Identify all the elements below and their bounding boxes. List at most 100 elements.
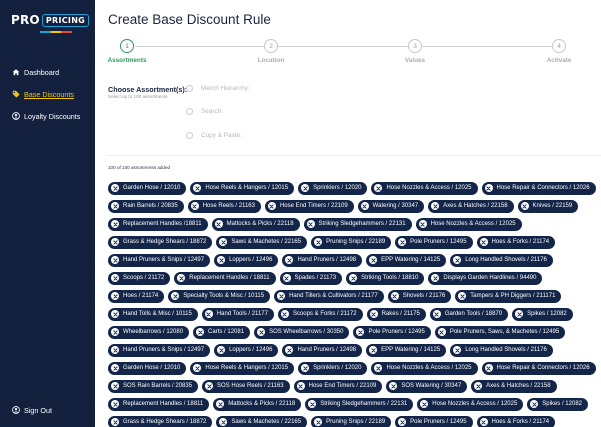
close-icon[interactable] bbox=[458, 292, 467, 300]
assortment-chip[interactable]: Axes & Hatches / 22158 bbox=[471, 379, 557, 393]
assortment-chip[interactable]: EPP Watering / 14125 bbox=[366, 343, 447, 357]
close-icon[interactable] bbox=[217, 256, 226, 264]
close-icon[interactable] bbox=[308, 400, 317, 408]
assortment-chip[interactable]: Hoes / 21174 bbox=[108, 289, 165, 303]
assortment-chip[interactable]: Loppers / 12496 bbox=[214, 253, 279, 267]
close-icon[interactable] bbox=[301, 364, 310, 372]
close-icon[interactable] bbox=[111, 274, 119, 282]
assortment-chip[interactable]: Hose Reels & Hangers / 12015 bbox=[190, 361, 295, 375]
close-icon[interactable] bbox=[374, 184, 383, 192]
assortment-chip[interactable]: SOS Watering / 30347 bbox=[386, 379, 468, 393]
close-icon[interactable] bbox=[111, 364, 119, 372]
close-icon[interactable] bbox=[374, 364, 383, 372]
assortment-chip[interactable]: Pole Pruners / 12495 bbox=[353, 325, 431, 339]
option-merch-hierarchy[interactable]: Merch Hierarchy: bbox=[186, 85, 250, 92]
assortment-chip[interactable]: Mattocks & Picks / 22118 bbox=[211, 217, 300, 231]
assortment-chip[interactable]: Striking Tools / 18810 bbox=[346, 271, 425, 285]
radio-button[interactable] bbox=[186, 85, 193, 92]
close-icon[interactable] bbox=[111, 310, 119, 318]
assortment-chip[interactable]: Specialty Tools & Misc / 10115 bbox=[168, 289, 271, 303]
assortment-chip[interactable]: Hose Repair & Connectors / 12026 bbox=[481, 361, 596, 375]
assortment-chip[interactable]: Hand Tools / 21177 bbox=[201, 307, 274, 321]
option-search[interactable]: Search: bbox=[186, 108, 223, 115]
close-icon[interactable] bbox=[111, 184, 119, 192]
close-icon[interactable] bbox=[193, 184, 202, 192]
assortment-chip[interactable]: Pole Pruners / 12495 bbox=[395, 415, 473, 427]
step-activate[interactable]: 4 Activate bbox=[524, 38, 594, 64]
assortment-chip[interactable]: Hoes & Forks / 21174 bbox=[476, 235, 556, 249]
close-icon[interactable] bbox=[306, 220, 315, 228]
close-icon[interactable] bbox=[217, 346, 226, 354]
close-icon[interactable] bbox=[369, 346, 378, 354]
assortment-chip[interactable]: Spades / 21173 bbox=[279, 271, 343, 285]
assortment-chip[interactable]: Striking Sledgehammers / 22131 bbox=[305, 397, 414, 411]
close-icon[interactable] bbox=[453, 346, 462, 354]
assortment-chip[interactable]: Watering / 30347 bbox=[357, 199, 425, 213]
step-location[interactable]: 2 Location bbox=[236, 38, 306, 64]
assortment-chip[interactable]: Sprinklers / 12020 bbox=[298, 181, 368, 195]
assortment-chip[interactable]: Hose End Timers / 22109 bbox=[264, 199, 354, 213]
sidebar-item-base-discounts[interactable]: Base Discounts bbox=[11, 83, 95, 105]
assortment-chip[interactable]: Rakes / 21175 bbox=[366, 307, 426, 321]
close-icon[interactable] bbox=[111, 328, 119, 336]
assortment-chip[interactable]: Hand Pruners / 12498 bbox=[282, 343, 363, 357]
close-icon[interactable] bbox=[390, 292, 399, 300]
assortment-chip[interactable]: Grass & Hedge Shears / 18872 bbox=[108, 415, 213, 427]
step-assortments[interactable]: 1 Assortments bbox=[92, 38, 162, 64]
assortment-chip[interactable]: Shovels / 21176 bbox=[387, 289, 452, 303]
sidebar-item-loyalty-discounts[interactable]: Loyalty Discounts bbox=[11, 105, 95, 127]
assortment-chip[interactable]: Garden Hose / 12010 bbox=[108, 361, 187, 375]
close-icon[interactable] bbox=[398, 418, 407, 426]
close-icon[interactable] bbox=[111, 202, 119, 210]
close-icon[interactable] bbox=[277, 292, 286, 300]
close-icon[interactable] bbox=[216, 400, 225, 408]
assortment-chip[interactable]: Hand Pruners & Snips / 12497 bbox=[108, 343, 211, 357]
sidebar-item-dashboard[interactable]: Dashboard bbox=[11, 61, 95, 83]
close-icon[interactable] bbox=[398, 238, 407, 246]
assortment-chip[interactable]: Hand Pruners / 12498 bbox=[282, 253, 363, 267]
assortment-chip[interactable]: Saws & Machetes / 22165 bbox=[216, 415, 308, 427]
close-icon[interactable] bbox=[301, 184, 310, 192]
close-icon[interactable] bbox=[111, 418, 119, 426]
assortment-chip[interactable]: Spikes / 12082 bbox=[512, 307, 573, 321]
close-icon[interactable] bbox=[285, 346, 294, 354]
close-icon[interactable] bbox=[420, 400, 429, 408]
close-icon[interactable] bbox=[171, 292, 180, 300]
assortment-chip[interactable]: Mattocks & Picks / 22118 bbox=[213, 397, 302, 411]
close-icon[interactable] bbox=[314, 418, 323, 426]
assortment-chip[interactable]: Hose Nozzles & Access / 12025 bbox=[371, 181, 478, 195]
close-icon[interactable] bbox=[177, 274, 186, 282]
close-icon[interactable] bbox=[204, 310, 213, 318]
close-icon[interactable] bbox=[214, 220, 223, 228]
close-icon[interactable] bbox=[111, 400, 119, 408]
assortment-chip[interactable]: EPP Watering / 14125 bbox=[366, 253, 447, 267]
assortment-chip[interactable]: Hose Repair & Connectors / 12026 bbox=[481, 181, 596, 195]
assortment-chip[interactable]: Hose Reels / 21163 bbox=[187, 199, 261, 213]
radio-button[interactable] bbox=[186, 108, 193, 115]
close-icon[interactable] bbox=[431, 202, 440, 210]
close-icon[interactable] bbox=[453, 256, 462, 264]
assortment-chip[interactable]: Rain Barrels / 20835 bbox=[108, 199, 184, 213]
assortment-chip[interactable]: SOS Rain Barrels / 20835 bbox=[108, 379, 199, 393]
assortment-chip[interactable]: Replacement Handles /18811 bbox=[108, 217, 208, 231]
assortment-chip[interactable]: Hose Nozzles & Access / 12025 bbox=[415, 217, 522, 231]
brand-logo[interactable]: PRO PRICING bbox=[11, 12, 90, 28]
assortment-chip[interactable]: Hose Reels & Hangers / 12015 bbox=[190, 181, 295, 195]
sign-out-button[interactable]: Sign Out bbox=[11, 405, 52, 415]
close-icon[interactable] bbox=[111, 346, 119, 354]
assortment-chip[interactable]: Knives / 22159 bbox=[517, 199, 579, 213]
assortment-chip[interactable]: Hand Pruners & Snips / 12497 bbox=[108, 253, 211, 267]
assortment-chip[interactable]: Scoops & Forks / 21172 bbox=[277, 307, 363, 321]
close-icon[interactable] bbox=[196, 328, 205, 336]
close-icon[interactable] bbox=[111, 256, 119, 264]
close-icon[interactable] bbox=[530, 400, 539, 408]
close-icon[interactable] bbox=[520, 202, 529, 210]
assortment-chip[interactable]: Sprinklers / 12020 bbox=[298, 361, 368, 375]
close-icon[interactable] bbox=[285, 256, 294, 264]
close-icon[interactable] bbox=[437, 328, 446, 336]
close-icon[interactable] bbox=[280, 310, 289, 318]
close-icon[interactable] bbox=[219, 238, 228, 246]
close-icon[interactable] bbox=[360, 202, 369, 210]
assortment-chip[interactable]: Long Handled Shovels / 21176 bbox=[450, 343, 553, 357]
close-icon[interactable] bbox=[111, 220, 119, 228]
